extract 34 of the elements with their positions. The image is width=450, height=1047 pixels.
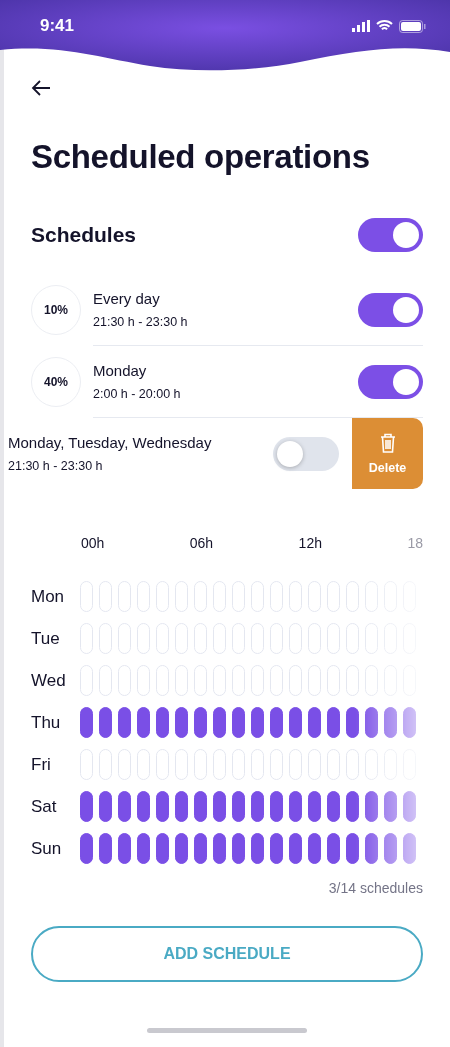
status-time: 9:41 [40,16,75,36]
trash-icon [379,432,396,453]
hour-label: 00h [81,535,105,551]
schedule-time: 21:30 h - 23:30 h [8,459,104,473]
toggle-switch[interactable] [358,292,423,327]
toggle-switch[interactable] [358,218,423,252]
percent-badge: 40% [31,356,81,407]
schedule-time: 21:30 h - 23:30 h [93,315,189,329]
schedule-count: 3/14 schedules [327,880,423,896]
hour-label: 18 [407,535,423,551]
day-label: Sat [31,796,58,817]
day-label: Fri [31,754,52,775]
day-label: Wed [31,670,67,691]
schedule-name: Every day [93,290,161,307]
back-icon[interactable] [31,78,51,98]
delete-button[interactable]: Delete [352,418,423,489]
day-label: Mon [31,586,66,607]
day-label: Thu [31,712,62,733]
schedule-name: Monday [93,362,148,379]
toggle-switch[interactable] [358,364,423,399]
day-label: Sun [31,838,63,859]
wifi-icon [376,20,393,32]
toggle-switch[interactable] [273,436,339,471]
schedule-time: 2:00 h - 20:00 h [93,387,182,401]
percent-badge: 10% [31,284,81,335]
section-title: Schedules [31,223,137,247]
add-schedule-button[interactable]: ADD SCHEDULE [31,926,423,982]
signal-icon [352,20,370,32]
hour-label: 06h [189,535,214,551]
page-title: Scheduled operations [31,138,371,176]
schedule-name: Monday, Tuesday, Wednesday [8,434,213,451]
hour-label: 12h [298,535,322,551]
day-label: Tue [31,628,61,649]
battery-icon [399,19,426,33]
